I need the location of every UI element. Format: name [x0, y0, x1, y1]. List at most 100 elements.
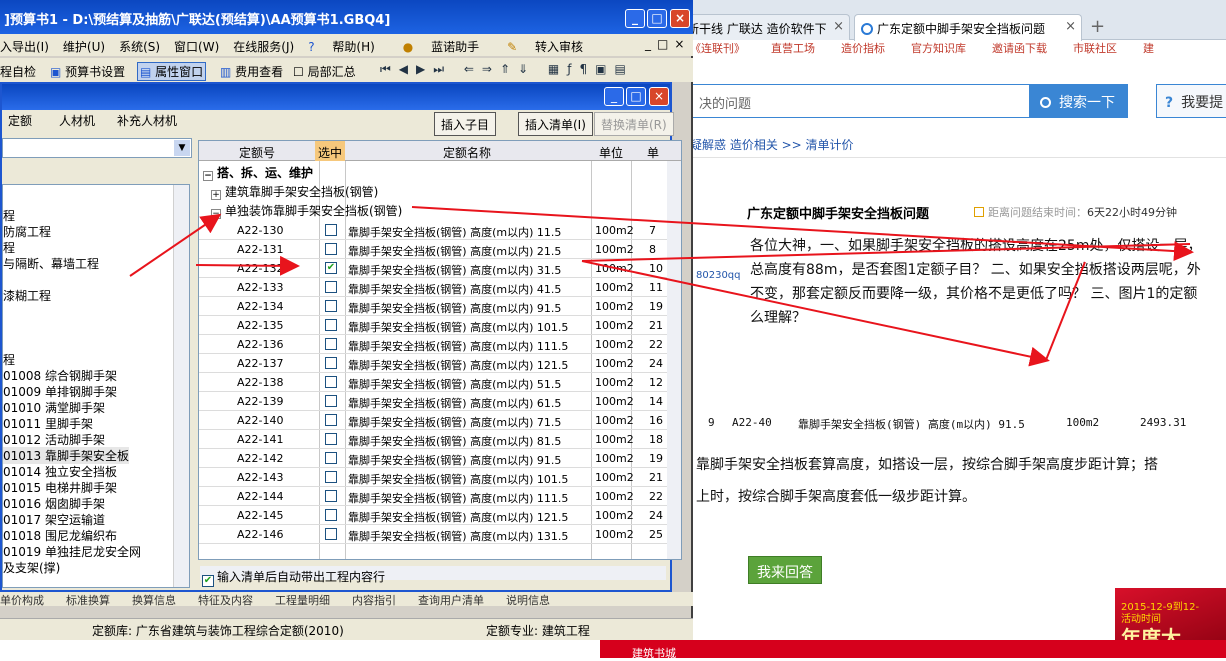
- replace-list-button[interactable]: 替换清单(R): [594, 112, 674, 136]
- tree-item[interactable]: 程: [3, 351, 15, 368]
- group-row[interactable]: + 建筑靠脚手架安全挡板(钢管): [211, 183, 378, 200]
- partial-summary-checkbox[interactable]: ☐ 局部汇总: [293, 63, 356, 80]
- new-tab-button[interactable]: +: [1090, 16, 1105, 37]
- table-row[interactable]: A22-145 靠脚手架安全挡板(钢管) 高度(m以内) 121.5 100m2 24: [199, 506, 669, 525]
- table-row[interactable]: A22-130 靠脚手架安全挡板(钢管) 高度(m以内) 11.5 100m2 7: [199, 221, 669, 240]
- select-checkbox[interactable]: [325, 414, 337, 426]
- select-checkbox[interactable]: [325, 243, 337, 255]
- library-select[interactable]: ▼: [2, 138, 192, 158]
- self-check-button[interactable]: 程自检: [0, 63, 36, 80]
- table-row[interactable]: A22-132 ✔ 靠脚手架安全挡板(钢管) 高度(m以内) 31.5 100m2 10: [199, 259, 669, 278]
- select-checkbox[interactable]: [325, 490, 337, 502]
- collapse-icon[interactable]: −: [211, 209, 221, 219]
- table-row[interactable]: A22-138 靠脚手架安全挡板(钢管) 高度(m以内) 51.5 100m2 12: [199, 373, 669, 392]
- select-checkbox[interactable]: [325, 338, 337, 350]
- close-icon[interactable]: ×: [1065, 19, 1076, 34]
- tree-item[interactable]: 程: [3, 207, 15, 224]
- close-icon[interactable]: ×: [670, 9, 690, 28]
- tab-materials[interactable]: 人材机: [59, 112, 95, 129]
- tree-item[interactable]: 01018 围尼龙编织布: [3, 527, 117, 544]
- tab-quota[interactable]: 定额: [8, 112, 32, 129]
- answer-button[interactable]: 我来回答: [748, 556, 822, 584]
- browser-tab-2[interactable]: 广东定额中脚手架安全挡板问题 ×: [854, 14, 1082, 41]
- breadcrumb[interactable]: 疑解惑 造价相关 >> 清单计价: [690, 136, 854, 153]
- select-checkbox[interactable]: [325, 452, 337, 464]
- select-checkbox[interactable]: [325, 357, 337, 369]
- site-link[interactable]: 邀请函下载: [992, 42, 1047, 55]
- select-checkbox[interactable]: [325, 471, 337, 483]
- chevron-down-icon[interactable]: ▼: [174, 140, 190, 156]
- select-checkbox[interactable]: [325, 509, 337, 521]
- table-row[interactable]: A22-137 靠脚手架安全挡板(钢管) 高度(m以内) 121.5 100m2 24: [199, 354, 669, 373]
- tree-item[interactable]: 01010 满堂脚手架: [3, 399, 105, 416]
- col-header[interactable]: 定额名称: [443, 144, 491, 161]
- maximize-icon[interactable]: □: [626, 87, 646, 106]
- tree-item[interactable]: 01016 烟囱脚手架: [3, 495, 105, 512]
- select-checkbox[interactable]: [325, 433, 337, 445]
- lower-tab[interactable]: 说明信息: [506, 594, 550, 606]
- lower-tab[interactable]: 特征及内容: [198, 594, 253, 606]
- expand-icon[interactable]: +: [211, 190, 221, 200]
- tree-item[interactable]: 及支架(撑): [3, 559, 60, 576]
- menu-item-review[interactable]: ✎ 转入审核: [507, 40, 597, 54]
- table-row[interactable]: A22-134 靠脚手架安全挡板(钢管) 高度(m以内) 91.5 100m2 19: [199, 297, 669, 316]
- lower-tab[interactable]: 换算信息: [132, 594, 176, 606]
- table-row[interactable]: A22-140 靠脚手架安全挡板(钢管) 高度(m以内) 71.5 100m2 16: [199, 411, 669, 430]
- select-checkbox[interactable]: ✔: [325, 262, 337, 274]
- table-row[interactable]: A22-135 靠脚手架安全挡板(钢管) 高度(m以内) 101.5 100m2 21: [199, 316, 669, 335]
- select-checkbox[interactable]: [325, 528, 337, 540]
- table-row[interactable]: A22-142 靠脚手架安全挡板(钢管) 高度(m以内) 91.5 100m2 19: [199, 449, 669, 468]
- site-link[interactable]: 官方知识库: [911, 42, 966, 55]
- banner-label[interactable]: 建筑书城: [632, 645, 676, 661]
- menu-item-help[interactable]: ? 帮助(H): [308, 40, 389, 54]
- mdi-window-controls[interactable]: _□×: [645, 37, 690, 51]
- tree-item[interactable]: 01012 活动脚手架: [3, 431, 105, 448]
- table-row[interactable]: A22-146 靠脚手架安全挡板(钢管) 高度(m以内) 131.5 100m2 25: [199, 525, 669, 544]
- minimize-icon[interactable]: _: [604, 87, 624, 106]
- maximize-icon[interactable]: □: [647, 9, 667, 28]
- scrollbar[interactable]: [173, 185, 189, 587]
- table-row[interactable]: A22-133 靠脚手架安全挡板(钢管) 高度(m以内) 41.5 100m2 11: [199, 278, 669, 297]
- table-row[interactable]: A22-139 靠脚手架安全挡板(钢管) 高度(m以内) 61.5 100m2 14: [199, 392, 669, 411]
- tree-item[interactable]: 程: [3, 239, 15, 256]
- site-link[interactable]: 建: [1143, 42, 1154, 55]
- col-header[interactable]: 定额号: [239, 144, 275, 161]
- site-link[interactable]: 造价指标: [841, 42, 885, 55]
- chapter-tree[interactable]: 程防腐工程程与隔断、幕墙工程 漆糊工程程 01008 综合钢脚手架 01009 单排钢…: [2, 184, 190, 588]
- select-checkbox[interactable]: [325, 395, 337, 407]
- group-row[interactable]: − 搭、拆、运、维护: [203, 164, 313, 181]
- col-header[interactable]: 单位: [599, 144, 623, 161]
- close-icon[interactable]: ×: [833, 19, 844, 34]
- select-checkbox[interactable]: [325, 300, 337, 312]
- tree-item[interactable]: 01014 独立安全挡板: [3, 463, 117, 480]
- tree-item[interactable]: 01019 单独挂尼龙安全网: [3, 543, 141, 560]
- search-button[interactable]: 搜索一下: [1030, 84, 1128, 118]
- menu-item[interactable]: 维护(U): [63, 40, 105, 54]
- ask-question-button[interactable]: ? 我要提: [1156, 84, 1226, 118]
- tree-item[interactable]: 01009 单排钢脚手架: [3, 383, 117, 400]
- group-row[interactable]: − 单独装饰靠脚手架安全挡板(钢管): [211, 202, 402, 219]
- tree-item[interactable]: 01015 电梯井脚手架: [3, 479, 117, 496]
- tab-extra-materials[interactable]: 补充人材机: [117, 112, 177, 129]
- select-checkbox[interactable]: [325, 319, 337, 331]
- auto-content-checkbox[interactable]: ✔ 输入清单后自动带出工程内容行: [202, 568, 385, 587]
- bottom-banner[interactable]: [600, 640, 1226, 658]
- site-link[interactable]: 《连联刊》: [690, 42, 745, 55]
- nav-icons[interactable]: ⏮◀▶⏭ ⇐⇒⇑⇓ ▦ƒ¶▣▤: [380, 62, 634, 77]
- menu-item[interactable]: 系统(S): [119, 40, 160, 54]
- tree-item[interactable]: 与隔断、幕墙工程: [3, 255, 99, 272]
- minimize-icon[interactable]: _: [625, 9, 645, 28]
- table-row[interactable]: A22-141 靠脚手架安全挡板(钢管) 高度(m以内) 81.5 100m2 18: [199, 430, 669, 449]
- lower-tab[interactable]: 内容指引: [352, 594, 396, 606]
- search-input[interactable]: 决的问题: [690, 84, 1030, 118]
- col-header[interactable]: 单: [647, 144, 659, 161]
- scrollbar[interactable]: [667, 161, 681, 559]
- close-icon[interactable]: ×: [649, 87, 669, 106]
- select-checkbox[interactable]: [325, 281, 337, 293]
- table-row[interactable]: A22-144 靠脚手架安全挡板(钢管) 高度(m以内) 111.5 100m2 22: [199, 487, 669, 506]
- site-link[interactable]: 市联社区: [1073, 42, 1117, 55]
- select-checkbox[interactable]: [325, 376, 337, 388]
- tree-item[interactable]: 防腐工程: [3, 223, 51, 240]
- insert-child-button[interactable]: 插入子目: [434, 112, 497, 136]
- menu-item[interactable]: 在线服务(J): [233, 40, 294, 54]
